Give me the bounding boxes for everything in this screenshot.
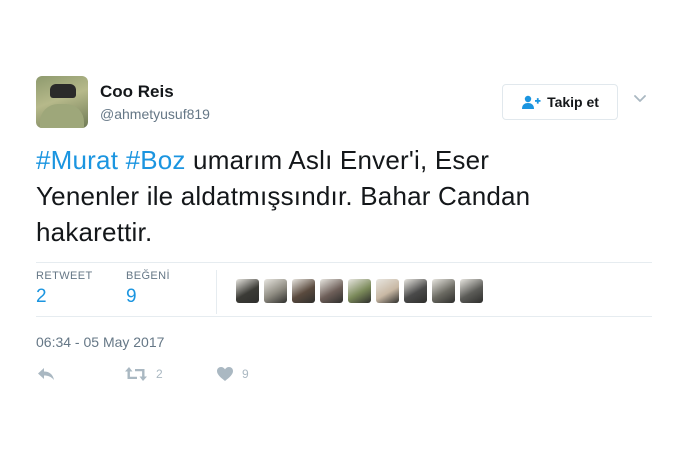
retweet-icon — [125, 367, 147, 381]
retweet-stat-label: RETWEET — [36, 270, 93, 282]
tweet-text-line3: hakarettir. — [36, 217, 153, 247]
chevron-down-icon[interactable] — [632, 90, 648, 106]
user-display-name[interactable]: Coo Reis — [100, 82, 174, 102]
user-handle[interactable]: @ahmetyusuf819 — [100, 106, 210, 122]
like-action-count: 9 — [242, 367, 249, 381]
retweet-stat-count: 2 — [36, 286, 47, 307]
divider-bottom — [36, 316, 652, 317]
avatar-shirt — [40, 104, 84, 128]
hashtag-murat[interactable]: #Murat — [36, 145, 118, 175]
like-stat-label: BEĞENİ — [126, 270, 170, 282]
tweet-timestamp[interactable]: 06:34 - 05 May 2017 — [36, 334, 164, 350]
liker-avatar[interactable] — [264, 279, 287, 303]
follow-button-label: Takip et — [547, 94, 599, 110]
tweet-text: #Murat #Boz umarım Aslı Enver'i, Eser Ye… — [36, 142, 652, 250]
divider-top — [36, 262, 652, 263]
tweet-stats: RETWEET 2 BEĞENİ 9 — [36, 270, 652, 316]
tweet-text-line2: Yenenler ile aldatmışsındır. Bahar Canda… — [36, 181, 531, 211]
liker-avatar[interactable] — [236, 279, 259, 303]
like-button[interactable]: 9 — [216, 366, 249, 382]
liker-avatar[interactable] — [432, 279, 455, 303]
avatar[interactable] — [36, 76, 88, 128]
retweet-stat[interactable]: RETWEET 2 — [36, 270, 93, 308]
reply-button[interactable] — [36, 366, 56, 382]
liker-avatar[interactable] — [460, 279, 483, 303]
liker-avatar[interactable] — [292, 279, 315, 303]
liker-avatar[interactable] — [376, 279, 399, 303]
hashtag-boz[interactable]: #Boz — [126, 145, 186, 175]
retweet-button[interactable]: 2 — [124, 366, 163, 382]
liker-avatar[interactable] — [404, 279, 427, 303]
liker-avatar[interactable] — [320, 279, 343, 303]
liker-avatars — [236, 278, 483, 304]
tweet-text-line1: umarım Aslı Enver'i, Eser — [185, 145, 490, 175]
follow-button[interactable]: Takip et — [502, 84, 618, 120]
avatar-face-mask — [50, 84, 76, 98]
like-stat[interactable]: BEĞENİ 9 — [126, 270, 170, 308]
liker-avatar[interactable] — [348, 279, 371, 303]
retweet-action-count: 2 — [156, 367, 163, 381]
follow-person-icon — [522, 95, 541, 109]
like-stat-count: 9 — [126, 286, 137, 307]
reply-icon — [38, 368, 54, 380]
heart-icon — [217, 367, 233, 381]
stats-separator — [216, 270, 217, 314]
